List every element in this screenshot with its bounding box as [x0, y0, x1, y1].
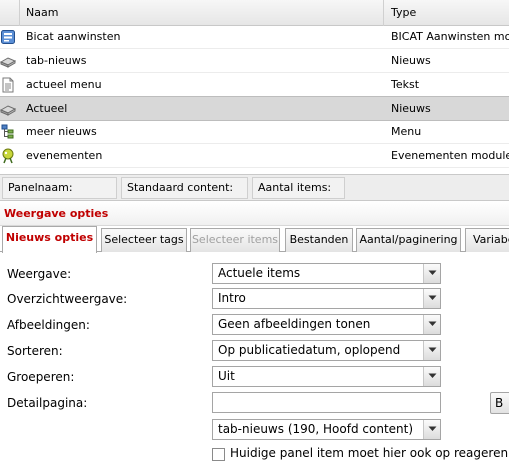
table-row[interactable]: evenementen Evenementen module [0, 145, 509, 168]
panel-item-select[interactable]: tab-nieuws (190, Hoofd content) [212, 419, 441, 440]
tab-variabelen[interactable]: Variabe [465, 228, 509, 252]
overzichtweergave-select[interactable]: Intro [212, 288, 441, 309]
module-icon [0, 29, 16, 45]
row-type: Evenementen module [391, 149, 509, 162]
overzichtweergave-label: Overzichtweergave: [7, 292, 128, 306]
menu-tree-icon [0, 124, 16, 140]
section-title: Weergave opties [0, 202, 509, 226]
detailpagina-browse-button[interactable]: B [490, 392, 509, 414]
tab-bestanden[interactable]: Bestanden [285, 228, 353, 252]
row-type: Nieuws [391, 102, 431, 115]
groeperen-select[interactable]: Uit [212, 366, 441, 387]
row-name: tab-nieuws [26, 54, 87, 67]
sorteren-select[interactable]: Op publicatiedatum, oplopend [212, 340, 441, 361]
item-count-status: Aantal items: 8 [252, 177, 345, 214]
overzichtweergave-value: Intro [218, 291, 246, 305]
chevron-down-icon[interactable] [423, 315, 440, 334]
detailpagina-input-box [212, 392, 441, 413]
row-name: meer nieuws [26, 125, 97, 138]
sorteren-label: Sorteren: [7, 344, 63, 358]
tab-aantal-paginering[interactable]: Aantal/paginering [356, 228, 461, 252]
groeperen-label: Groeperen: [7, 370, 75, 384]
table-row[interactable]: Bicat aanwinsten BICAT Aanwinsten module [0, 26, 509, 49]
detailpagina-input[interactable] [213, 393, 440, 412]
chevron-down-icon[interactable] [423, 367, 440, 386]
news-icon [0, 101, 17, 117]
status-bar: Panelnaam: blh_main Standaard content: N… [0, 174, 509, 214]
items-table-header: Naam Type [0, 0, 509, 26]
row-name: Actueel [26, 102, 68, 115]
row-name: Bicat aanwinsten [26, 30, 121, 43]
chevron-down-icon[interactable] [423, 420, 440, 439]
react-checkbox-label: Huidige panel item moet hier ook op reag… [230, 446, 509, 460]
afbeeldingen-label: Afbeeldingen: [7, 318, 90, 332]
text-document-icon [0, 77, 16, 93]
weergave-select[interactable]: Actuele items [212, 263, 441, 284]
row-name: actueel menu [26, 78, 102, 91]
chevron-down-icon[interactable] [423, 341, 440, 360]
chevron-down-icon[interactable] [423, 264, 440, 283]
table-row-selected[interactable]: Actueel Nieuws [0, 96, 509, 121]
groeperen-value: Uit [218, 369, 235, 383]
panel-name-status: Panelnaam: blh_main [2, 177, 117, 214]
table-row[interactable]: tab-nieuws Nieuws [0, 50, 509, 73]
afbeeldingen-select[interactable]: Geen afbeeldingen tonen [212, 314, 441, 335]
row-name: evenementen [26, 149, 103, 162]
weergave-label: Weergave: [7, 267, 72, 281]
sorteren-value: Op publicatiedatum, oplopend [218, 343, 401, 357]
row-type: Tekst [391, 78, 420, 91]
detailpagina-label: Detailpagina: [7, 396, 88, 410]
table-row[interactable]: actueel menu Tekst [0, 74, 509, 97]
react-checkbox[interactable] [212, 448, 225, 461]
options-tabstrip: Nieuws opties Selecteer tags Selecteer i… [0, 226, 509, 253]
news-icon [0, 53, 17, 69]
table-row[interactable]: meer nieuws Menu [0, 121, 509, 144]
events-icon [0, 148, 16, 164]
type-column-header[interactable]: Type [385, 0, 509, 26]
afbeeldingen-value: Geen afbeeldingen tonen [218, 317, 371, 331]
tab-nieuws-opties[interactable]: Nieuws opties [2, 226, 97, 253]
icon-column-header[interactable] [0, 0, 20, 26]
panel-item-value: tab-nieuws (190, Hoofd content) [218, 422, 414, 436]
weergave-value: Actuele items [218, 266, 301, 280]
tab-selecteer-items: Selecteer items [190, 228, 280, 252]
row-type: BICAT Aanwinsten module [391, 30, 509, 43]
chevron-down-icon[interactable] [423, 289, 440, 308]
row-type: Menu [391, 125, 422, 138]
tab-selecteer-tags[interactable]: Selecteer tags [101, 228, 187, 252]
name-column-header[interactable]: Naam [20, 0, 384, 26]
row-type: Nieuws [391, 54, 431, 67]
default-content-status: Standaard content: Nee [121, 177, 248, 214]
